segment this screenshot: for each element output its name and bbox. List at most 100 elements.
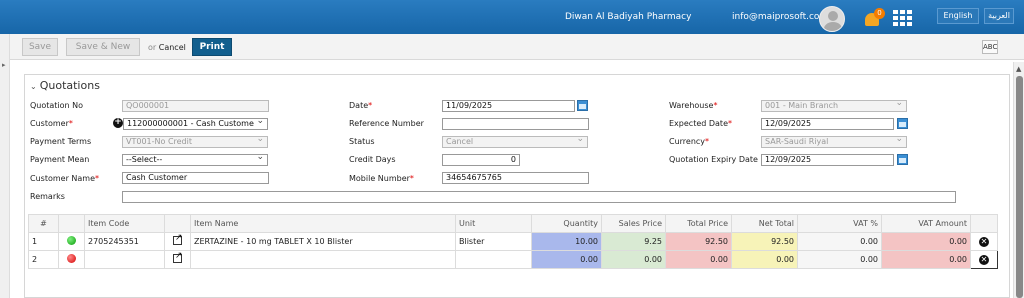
col-header-num: # xyxy=(28,214,59,233)
date-calendar-icon[interactable] xyxy=(577,100,588,111)
table-row[interactable]: 2 0.00 0.00 0.00 0.00 0.00 0.00 ✕ xyxy=(28,250,998,269)
scrollbar-thumb[interactable] xyxy=(1016,76,1023,298)
expiry-calendar-icon[interactable] xyxy=(897,154,908,165)
spellcheck-icon[interactable]: ABC xyxy=(982,40,998,54)
pharmacy-name: Diwan Al Badiyah Pharmacy xyxy=(565,12,692,22)
payment-terms-label: Payment Terms xyxy=(30,137,92,146)
col-header-item-name: Item Name xyxy=(190,214,456,233)
expand-arrow-icon[interactable]: ▸ xyxy=(2,61,6,69)
total-price-cell: 0.00 xyxy=(665,250,732,269)
mobile-number-field[interactable]: 34654675765 xyxy=(442,172,589,184)
customer-name-field[interactable]: Cash Customer xyxy=(122,172,269,184)
warehouse-label: Warehouse* xyxy=(669,101,718,110)
items-table: # Item Code Item Name Unit Quantity Sale… xyxy=(28,214,998,269)
quantity-cell[interactable]: 0.00 xyxy=(531,250,602,269)
table-header-row: # Item Code Item Name Unit Quantity Sale… xyxy=(28,214,998,233)
avatar-body-icon xyxy=(824,22,842,31)
credit-days-field[interactable]: 0 xyxy=(442,154,520,166)
user-email[interactable]: info@maiprosoft.com xyxy=(732,12,828,22)
add-customer-icon[interactable]: + xyxy=(113,118,123,128)
vat-amount-cell: 0.00 xyxy=(881,250,971,269)
vertical-scrollbar[interactable]: ▲ xyxy=(1013,62,1024,298)
left-collapse-strip[interactable]: ▸ xyxy=(0,34,10,298)
quantity-cell[interactable]: 10.00 xyxy=(531,232,602,251)
unit-cell[interactable]: Blister xyxy=(455,232,532,251)
col-header-link xyxy=(164,214,191,233)
customer-label: Customer* xyxy=(30,119,73,128)
col-header-vat-amount: VAT Amount xyxy=(881,214,971,233)
apps-grid-icon[interactable] xyxy=(893,10,913,26)
sales-price-cell[interactable]: 0.00 xyxy=(601,250,666,269)
table-row[interactable]: 1 2705245351 ZERTAZINE - 10 mg TABLET X … xyxy=(28,232,998,251)
or-cancel: or Cancel xyxy=(148,43,186,52)
panel-header[interactable]: ⌄ Quotations xyxy=(30,79,100,92)
col-header-net-total: Net Total xyxy=(731,214,798,233)
total-price-cell: 92.50 xyxy=(665,232,732,251)
warehouse-select[interactable]: 001 - Main Branch xyxy=(761,100,907,112)
item-name-cell[interactable] xyxy=(190,250,456,269)
save-button[interactable]: Save xyxy=(22,38,58,56)
vat-amount-cell: 0.00 xyxy=(881,232,971,251)
quotation-expiry-field[interactable]: 12/09/2025 xyxy=(761,154,894,166)
status-red-dot-icon xyxy=(67,254,76,263)
col-header-unit: Unit xyxy=(455,214,532,233)
arabic-language-button[interactable]: العربية xyxy=(984,8,1014,24)
vat-pct-cell: 0.00 xyxy=(797,232,882,251)
remarks-label: Remarks xyxy=(30,192,65,201)
payment-terms-select[interactable]: VT001-No Credit xyxy=(122,136,268,148)
item-name-cell[interactable]: ZERTAZINE - 10 mg TABLET X 10 Blister xyxy=(190,232,456,251)
quotation-no-label: Quotation No xyxy=(30,101,84,110)
status-green-dot-icon xyxy=(67,236,76,245)
action-toolbar: Save Save & New or Cancel Print ABC xyxy=(10,34,1024,60)
mobile-number-label: Mobile Number* xyxy=(349,174,414,183)
external-link-icon[interactable] xyxy=(173,234,183,245)
credit-days-label: Credit Days xyxy=(349,155,396,164)
remarks-field[interactable] xyxy=(122,191,956,203)
delete-row-icon[interactable]: ✕ xyxy=(979,254,989,265)
sales-price-cell[interactable]: 9.25 xyxy=(601,232,666,251)
col-header-item-code: Item Code xyxy=(84,214,165,233)
payment-mean-select[interactable]: --Select-- xyxy=(122,154,268,166)
col-header-sales-price: Sales Price xyxy=(601,214,666,233)
scroll-up-icon[interactable]: ▲ xyxy=(1016,65,1021,73)
avatar-head-icon xyxy=(828,11,838,21)
expected-date-label: Expected Date* xyxy=(669,119,732,128)
chevron-down-icon[interactable]: ⌄ xyxy=(30,82,37,91)
customer-select[interactable]: 112000000001 - Cash Custome xyxy=(123,118,268,130)
date-field[interactable]: 11/09/2025 xyxy=(442,100,575,112)
expected-date-field[interactable]: 12/09/2025 xyxy=(761,118,894,130)
unit-cell[interactable] xyxy=(455,250,532,269)
date-label: Date* xyxy=(349,101,373,110)
notification-badge: 0 xyxy=(874,8,885,19)
status-select[interactable]: Cancel xyxy=(442,136,588,148)
save-new-button[interactable]: Save & New xyxy=(66,38,140,56)
delete-row-icon[interactable]: ✕ xyxy=(979,236,989,247)
cancel-link[interactable]: Cancel xyxy=(159,43,186,52)
currency-select[interactable]: SAR-Saudi Riyal xyxy=(761,136,907,148)
notification-bell-icon[interactable]: 0 xyxy=(862,8,885,28)
english-language-button[interactable]: English xyxy=(937,8,979,24)
reference-number-field[interactable] xyxy=(442,118,589,130)
reference-number-label: Reference Number xyxy=(349,119,424,128)
col-header-status xyxy=(58,214,85,233)
payment-mean-label: Payment Mean xyxy=(30,155,90,164)
item-code-cell[interactable]: 2705245351 xyxy=(84,232,165,251)
print-button[interactable]: Print xyxy=(192,38,232,56)
col-header-quantity: Quantity xyxy=(531,214,602,233)
net-total-cell: 0.00 xyxy=(731,250,798,269)
quotation-expiry-label: Quotation Expiry Date xyxy=(669,155,758,164)
external-link-icon[interactable] xyxy=(173,252,183,263)
status-label: Status xyxy=(349,137,375,146)
row-number: 1 xyxy=(28,232,59,251)
quotation-no-field[interactable]: QO000001 xyxy=(122,100,269,112)
expected-date-calendar-icon[interactable] xyxy=(897,118,908,129)
top-bar: Diwan Al Badiyah Pharmacy info@maiprosof… xyxy=(0,0,1024,34)
col-header-vat-pct: VAT % xyxy=(797,214,882,233)
row-number: 2 xyxy=(28,250,59,269)
avatar[interactable] xyxy=(819,6,845,32)
item-code-cell[interactable] xyxy=(84,250,165,269)
currency-label: Currency* xyxy=(669,137,710,146)
col-header-action xyxy=(970,214,998,233)
net-total-cell: 92.50 xyxy=(731,232,798,251)
customer-name-label: Customer Name* xyxy=(30,174,100,183)
